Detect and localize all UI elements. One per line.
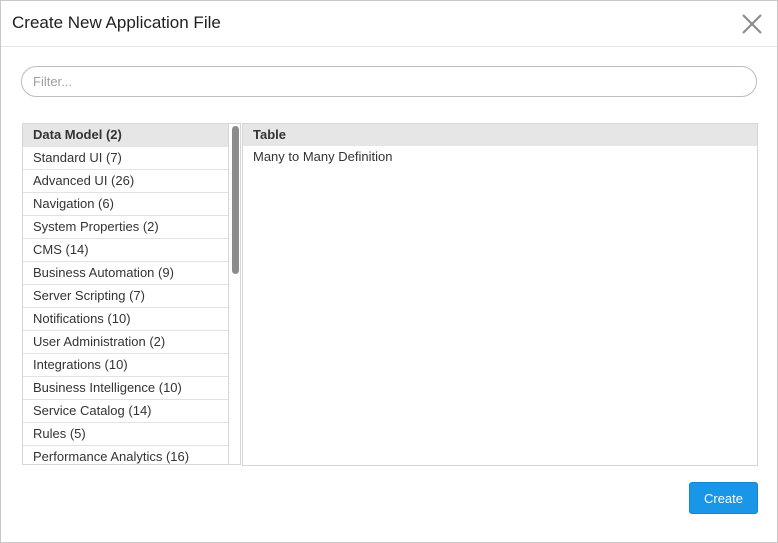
category-item[interactable]: Service Catalog (14) — [23, 400, 228, 423]
file-type-pane: Table Many to Many Definition — [242, 123, 758, 466]
scrollbar-thumb[interactable] — [232, 126, 239, 274]
dialog-header: Create New Application File — [1, 1, 777, 47]
category-item[interactable]: Performance Analytics (16) — [23, 446, 228, 464]
category-item[interactable]: Navigation (6) — [23, 193, 228, 216]
category-item[interactable]: Rules (5) — [23, 423, 228, 446]
category-item[interactable]: Data Model (2) — [23, 124, 228, 147]
file-type-group-header: Table — [243, 124, 757, 146]
category-item[interactable]: Standard UI (7) — [23, 147, 228, 170]
create-application-file-dialog: Create New Application File Data Model (… — [0, 0, 778, 543]
category-item[interactable]: CMS (14) — [23, 239, 228, 262]
category-scrollbar[interactable] — [228, 124, 240, 464]
category-item[interactable]: Advanced UI (26) — [23, 170, 228, 193]
category-item[interactable]: User Administration (2) — [23, 331, 228, 354]
category-item[interactable]: Business Intelligence (10) — [23, 377, 228, 400]
category-list-pane: Data Model (2) Standard UI (7) Advanced UI… — [22, 123, 241, 465]
filter-input[interactable] — [21, 66, 757, 97]
category-item[interactable]: Server Scripting (7) — [23, 285, 228, 308]
close-x-icon — [742, 14, 762, 34]
close-icon[interactable] — [741, 13, 763, 35]
dialog-title: Create New Application File — [12, 13, 221, 32]
category-list: Data Model (2) Standard UI (7) Advanced UI… — [23, 124, 228, 464]
file-type-item[interactable]: Many to Many Definition — [243, 146, 757, 168]
create-button[interactable]: Create — [689, 482, 758, 514]
category-item[interactable]: Business Automation (9) — [23, 262, 228, 285]
category-item[interactable]: Integrations (10) — [23, 354, 228, 377]
file-type-list: Many to Many Definition — [243, 146, 757, 168]
category-item[interactable]: Notifications (10) — [23, 308, 228, 331]
category-item[interactable]: System Properties (2) — [23, 216, 228, 239]
